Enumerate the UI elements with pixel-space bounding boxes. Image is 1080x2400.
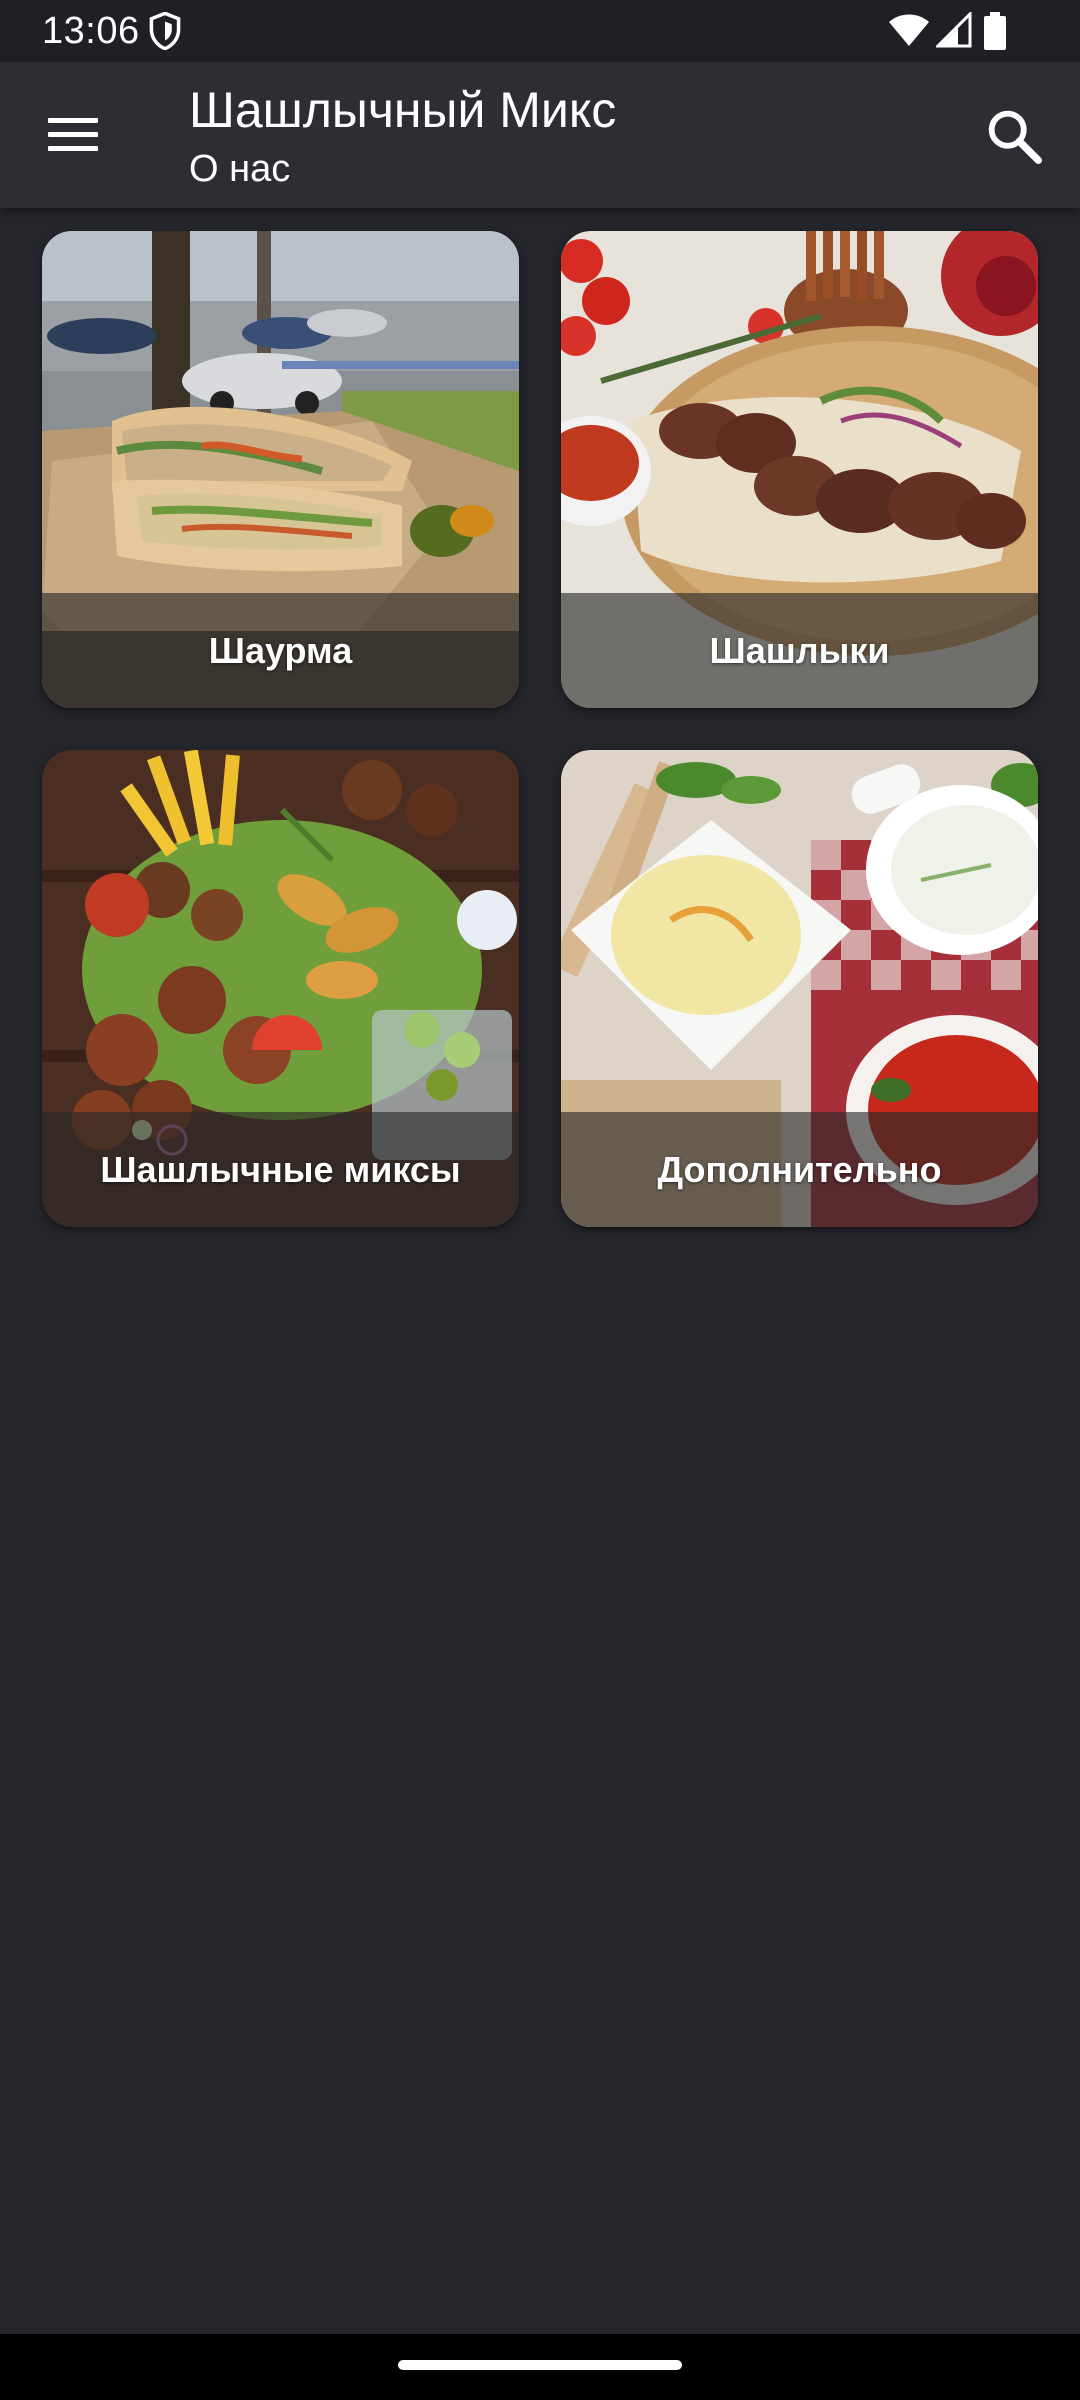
category-card-shawarma[interactable]: Шаурма bbox=[42, 231, 519, 708]
home-gesture-handle[interactable] bbox=[398, 2360, 682, 2370]
shield-icon bbox=[149, 12, 181, 50]
category-card-shashlik[interactable]: Шашлыки bbox=[561, 231, 1038, 708]
category-label: Дополнительно bbox=[657, 1148, 942, 1190]
app-bar: Шашлычный Микс О нас bbox=[0, 62, 1080, 208]
category-label: Шашлычные миксы bbox=[100, 1148, 461, 1190]
category-card-extras[interactable]: Дополнительно bbox=[561, 750, 1038, 1227]
screen: 13:06 Шашлычный Микс О нас Шаурма Шашлык… bbox=[0, 0, 1080, 2400]
navigation-bar bbox=[0, 2334, 1080, 2400]
app-title: Шашлычный Микс bbox=[189, 82, 617, 138]
category-label: Шаурма bbox=[208, 629, 353, 671]
wifi-icon bbox=[889, 14, 929, 46]
menu-button[interactable] bbox=[34, 102, 110, 168]
battery-icon bbox=[984, 12, 1006, 50]
app-subtitle: О нас bbox=[189, 148, 291, 190]
category-label: Шашлыки bbox=[709, 629, 890, 671]
search-button[interactable] bbox=[980, 102, 1050, 172]
status-time: 13:06 bbox=[42, 10, 140, 52]
search-icon bbox=[988, 110, 1042, 164]
category-card-shashlik-mix[interactable]: Шашлычные миксы bbox=[42, 750, 519, 1227]
signal-icon bbox=[936, 12, 972, 48]
status-bar: 13:06 bbox=[0, 0, 1080, 62]
